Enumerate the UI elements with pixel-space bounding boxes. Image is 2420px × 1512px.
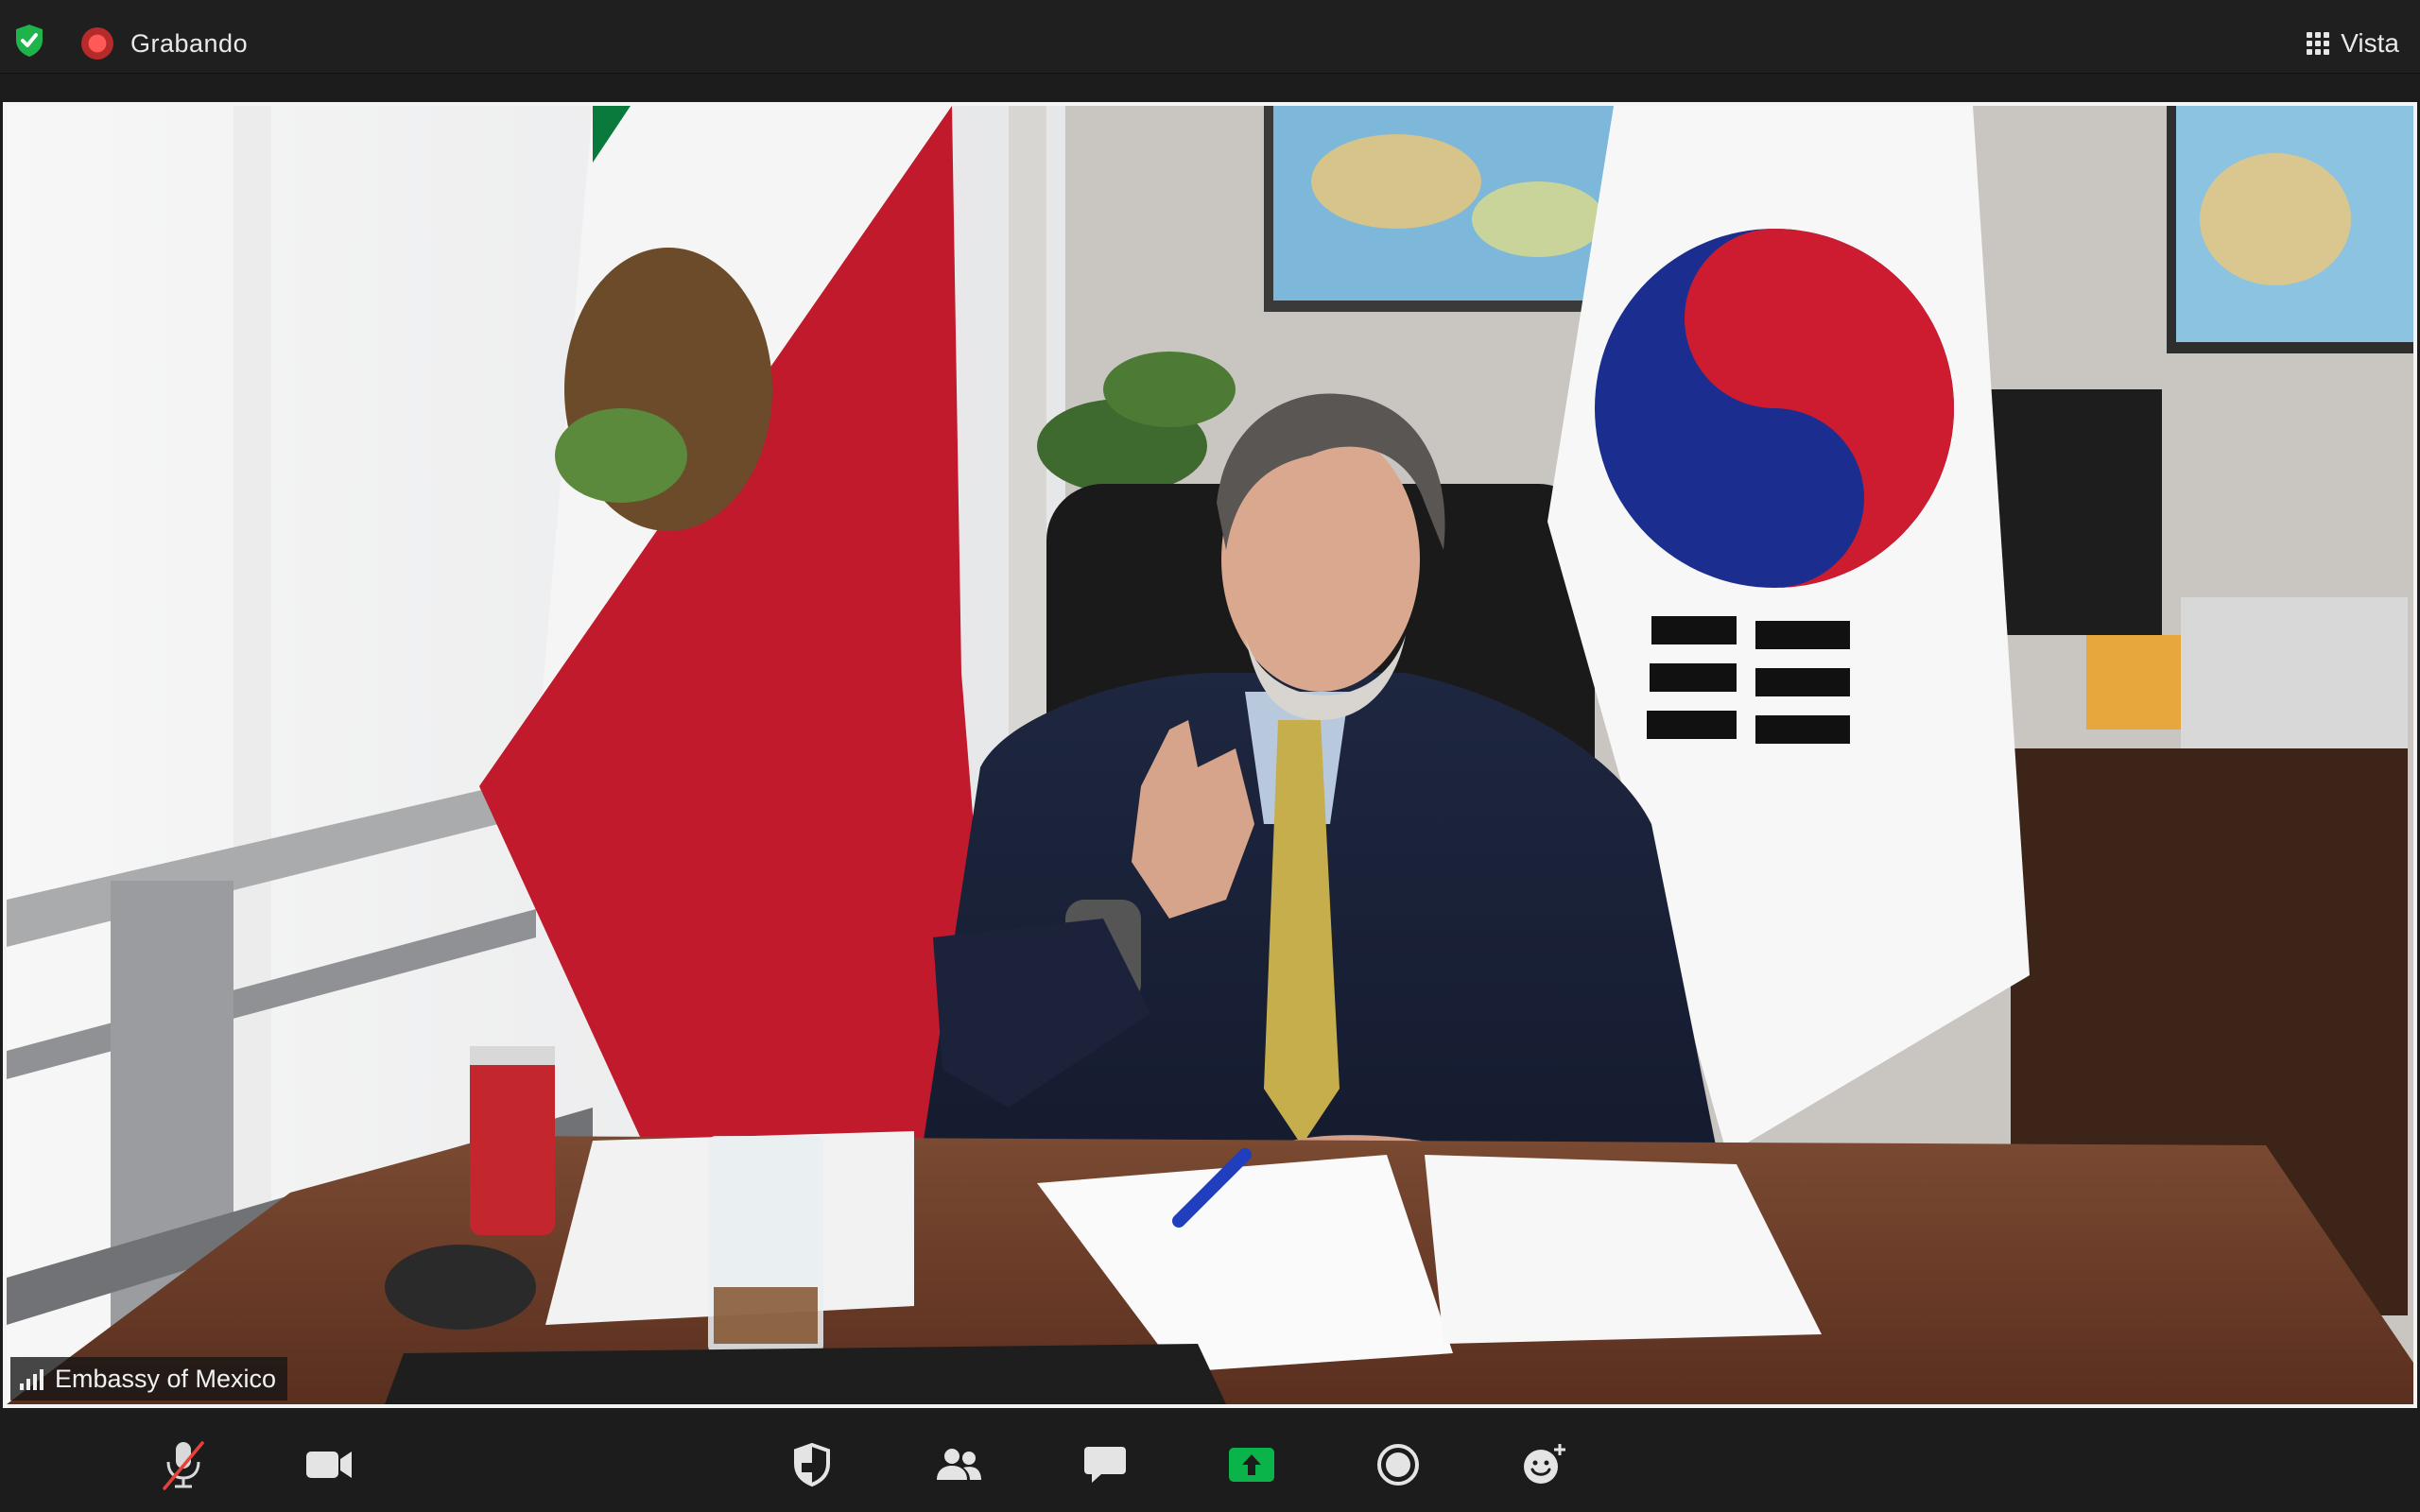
shield-icon — [794, 1442, 830, 1487]
meeting-toolbar — [0, 1416, 2420, 1512]
participant-video[interactable]: Embassy of Mexico — [3, 102, 2417, 1408]
recording-indicator[interactable]: Grabando — [81, 25, 248, 62]
view-label: Vista — [2341, 28, 2399, 58]
chat-button[interactable] — [1077, 1436, 1133, 1493]
share-screen-button[interactable] — [1223, 1436, 1280, 1493]
top-bar: Grabando Vista — [0, 0, 2420, 74]
participants-button[interactable] — [930, 1436, 987, 1493]
video-button[interactable] — [301, 1436, 357, 1493]
record-icon — [1377, 1444, 1419, 1486]
participant-name: Embassy of Mexico — [55, 1364, 277, 1393]
record-dot-icon — [81, 27, 113, 60]
grid-icon — [2307, 32, 2330, 55]
record-button[interactable] — [1370, 1436, 1426, 1493]
chat-bubble-icon — [1084, 1447, 1126, 1483]
video-camera-icon — [306, 1452, 352, 1478]
microphone-muted-icon — [163, 1441, 204, 1490]
zoom-meeting-window: Grabando Vista Embassy of Mexico — [0, 0, 2420, 1512]
video-scene — [7, 106, 2413, 1404]
shield-check-icon[interactable] — [13, 23, 45, 59]
unmute-button[interactable] — [155, 1436, 212, 1493]
security-button[interactable] — [784, 1436, 840, 1493]
participants-icon — [937, 1449, 981, 1480]
emoji-add-icon — [1524, 1444, 1565, 1484]
recording-label: Grabando — [130, 28, 249, 58]
view-button[interactable]: Vista — [2307, 25, 2399, 62]
participant-name-tag: Embassy of Mexico — [10, 1357, 288, 1400]
reactions-button[interactable] — [1516, 1436, 1573, 1493]
share-screen-icon — [1229, 1448, 1274, 1482]
signal-bars-icon — [20, 1367, 43, 1390]
